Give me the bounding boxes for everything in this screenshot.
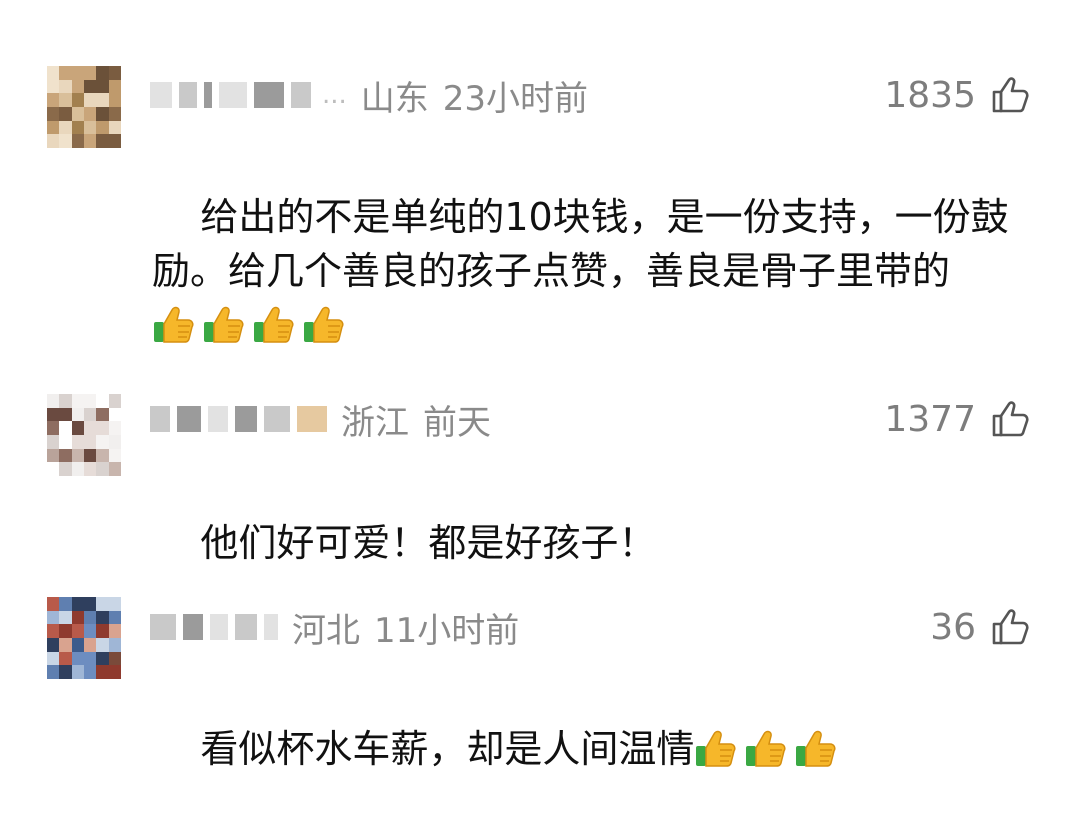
comment-text-content: 看似杯水车薪，却是人间温情 [200, 727, 695, 771]
thumbs-up-emoji-icon [252, 302, 296, 346]
thumbs-up-emoji-icon [152, 302, 196, 346]
like-count: 36 [930, 606, 976, 648]
avatar[interactable] [47, 597, 121, 679]
thumbs-up-emoji-icon [694, 726, 738, 770]
like-control[interactable]: 1377 [884, 394, 1032, 444]
thumbs-up-outline-icon[interactable] [990, 74, 1032, 116]
comment-time: 23小时前 [442, 78, 589, 119]
thumbs-up-emoji-icon [202, 302, 246, 346]
thumbs-up-outline-icon[interactable] [990, 398, 1032, 440]
like-count: 1377 [884, 398, 976, 440]
comment-time: 11小时前 [374, 610, 520, 651]
comment-location: 河北 [292, 610, 360, 651]
like-control[interactable]: 36 [930, 602, 1032, 652]
username-blurred[interactable]: ... [150, 75, 347, 115]
like-control[interactable]: 1835 [884, 70, 1032, 120]
comment-location: 山东 [360, 78, 429, 119]
avatar[interactable] [47, 66, 121, 148]
comment-time: 前天 [423, 402, 491, 443]
comment-location: 浙江 [341, 402, 409, 443]
thumbs-up-emoji-icon [794, 726, 838, 770]
username-blurred[interactable] [150, 607, 278, 647]
comment-meta: 浙江 前天 [150, 394, 491, 444]
thumbs-up-emoji-icon [744, 726, 788, 770]
like-count: 1835 [884, 74, 976, 116]
thumbs-up-outline-icon[interactable] [990, 606, 1032, 648]
comment-text: 给出的不是单纯的10块钱，是一份支持，一份鼓励。给几个善良的孩子点赞，善良是骨子… [152, 136, 1032, 406]
comment-text-content: 给出的不是单纯的10块钱，是一份支持，一份鼓励。给几个善良的孩子点赞，善良是骨子… [152, 195, 1009, 293]
comment-text-content: 他们好可爱！都是好孩子！ [200, 521, 657, 565]
username-blurred[interactable] [150, 399, 327, 439]
emoji-row [694, 726, 838, 770]
avatar[interactable] [47, 394, 121, 476]
comment-meta: 河北 11小时前 [150, 602, 519, 652]
comment-text: 他们好可爱！都是好孩子！ [152, 462, 1032, 624]
emoji-row [152, 302, 346, 346]
thumbs-up-emoji-icon [302, 302, 346, 346]
comment-meta: ... 山东 23小时前 [150, 70, 588, 120]
comment-text: 看似杯水车薪，却是人间温情 [152, 668, 1032, 830]
